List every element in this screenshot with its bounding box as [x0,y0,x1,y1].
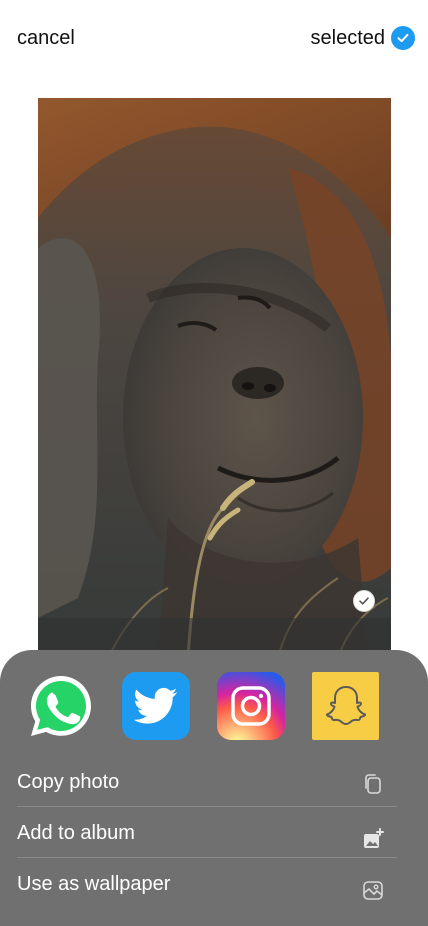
instagram-icon[interactable] [217,672,285,740]
whatsapp-icon[interactable] [27,672,95,740]
add-to-album-action[interactable]: Add to album [17,807,397,858]
orangutan-photo[interactable] [38,98,391,658]
selected-toggle[interactable]: selected [310,26,415,50]
selected-label: selected [310,26,386,49]
add-to-album-label: Add to album [17,822,135,844]
share-actions-list: Copy photo Add to album Use as wallpaper [17,756,397,908]
twitter-icon[interactable] [122,672,190,740]
wallpaper-icon [361,878,385,902]
copy-photo-action[interactable]: Copy photo [17,756,397,807]
checkmark-icon [391,26,415,50]
top-bar: cancel selected [0,0,428,80]
share-apps-row [27,672,408,740]
use-as-wallpaper-label: Use as wallpaper [17,873,171,895]
share-sheet: Copy photo Add to album Use as wallpaper [0,650,428,926]
cancel-button[interactable]: cancel [17,27,75,50]
snapchat-icon[interactable] [312,672,379,740]
share-screen: cancel selected Copy photo Add to album … [0,0,428,926]
photo-selected-checkmark-icon[interactable] [353,590,375,612]
use-as-wallpaper-action[interactable]: Use as wallpaper [17,858,397,908]
copy-photo-label: Copy photo [17,771,120,793]
add-to-album-icon [361,827,385,851]
copy-icon [361,772,385,796]
